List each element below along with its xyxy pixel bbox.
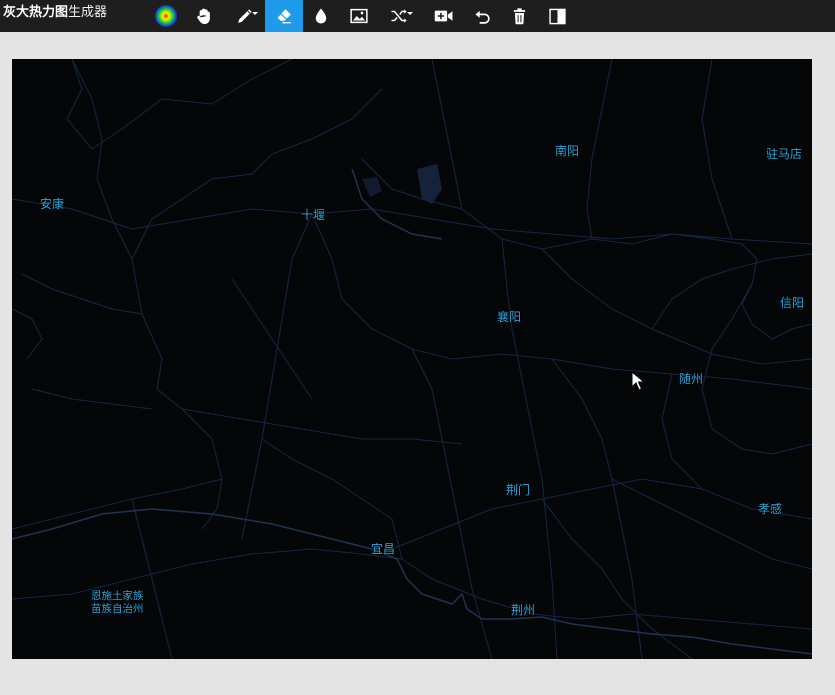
city-label-enshi: 恩施土家族 苗族自治州 xyxy=(91,590,144,616)
app-title-rest: 生成器 xyxy=(68,5,108,20)
trash-icon xyxy=(513,7,525,24)
chevron-down-icon xyxy=(252,12,258,15)
city-label-yichang: 宜昌 xyxy=(371,542,396,556)
opacity-tool-button[interactable] xyxy=(302,0,340,32)
hand-icon xyxy=(197,8,210,25)
eraser-icon xyxy=(276,9,291,24)
city-label-zhumadian: 驻马店 xyxy=(766,147,803,161)
city-label-ankang: 安康 xyxy=(40,197,65,211)
city-label-shiyan: 十堰 xyxy=(301,208,326,222)
city-label-xinyang: 信阳 xyxy=(780,296,805,310)
color-gradient-icon xyxy=(155,5,177,27)
city-label-enshi-line1: 恩施土家族 xyxy=(91,590,144,602)
droplet-icon xyxy=(315,8,327,24)
city-label-jingzhou: 荆州 xyxy=(511,603,536,617)
split-view-icon xyxy=(548,8,566,24)
map-base-layer xyxy=(12,59,812,659)
undo-tool-button[interactable] xyxy=(463,0,501,32)
app-title: 灰大热力图生成器 xyxy=(3,0,107,32)
delete-tool-button[interactable] xyxy=(500,0,538,32)
random-tool-button[interactable] xyxy=(380,0,418,32)
compare-tool-button[interactable] xyxy=(538,0,576,32)
eraser-tool-button[interactable] xyxy=(265,0,303,32)
undo-icon xyxy=(474,10,490,24)
pan-tool-button[interactable] xyxy=(185,0,223,32)
chevron-down-icon xyxy=(407,12,413,15)
top-toolbar: 灰大热力图生成器 xyxy=(0,0,835,32)
app-title-bold: 灰大热力图 xyxy=(3,5,69,20)
video-add-icon xyxy=(434,10,453,22)
pencil-icon xyxy=(237,8,252,23)
shuffle-icon xyxy=(391,9,407,23)
record-tool-button[interactable] xyxy=(425,0,463,32)
city-label-jingmen: 荆门 xyxy=(506,483,531,497)
city-label-enshi-line2: 苗族自治州 xyxy=(91,603,144,615)
heatmap-canvas[interactable]: 南阳 驻马店 安康 十堰 襄阳 信阳 随州 荆门 孝感 宜昌 荆州 恩施土家族 … xyxy=(12,59,812,659)
gradient-tool-button[interactable] xyxy=(147,0,185,32)
city-label-suizhou: 随州 xyxy=(679,372,704,386)
mouse-pointer-icon xyxy=(631,371,645,391)
brush-tool-button[interactable] xyxy=(225,0,263,32)
city-label-nanyang: 南阳 xyxy=(555,144,580,158)
city-label-xiangyang: 襄阳 xyxy=(497,310,522,324)
image-icon xyxy=(350,8,368,24)
image-tool-button[interactable] xyxy=(340,0,378,32)
city-label-xiaogan: 孝感 xyxy=(758,502,783,516)
